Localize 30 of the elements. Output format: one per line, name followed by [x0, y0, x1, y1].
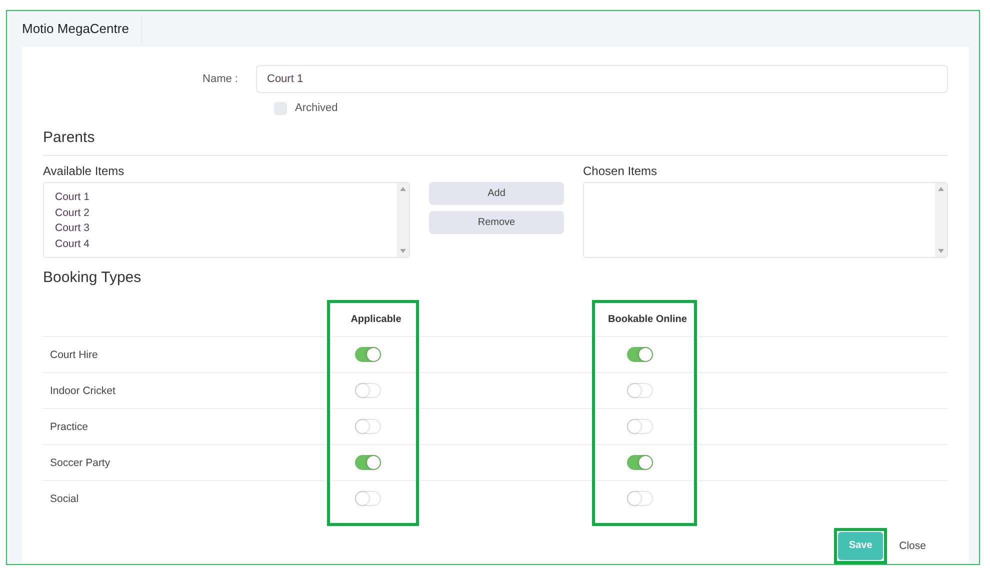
row-label: Practice	[49, 420, 88, 432]
toggle-switch[interactable]	[355, 347, 381, 362]
field-label: Name :	[202, 73, 239, 85]
toggle-switch[interactable]	[626, 455, 652, 470]
list-item[interactable]: Court 4	[55, 236, 397, 252]
row-label: Soccer Party	[49, 456, 110, 468]
tab[interactable]: Motio MegaCentre	[22, 16, 142, 42]
list-box[interactable]: Court 1 Court 2 Court 3 Court 4	[43, 182, 410, 258]
action-button[interactable]: Add	[429, 182, 564, 205]
list-label: Available Items	[43, 164, 126, 180]
list-item[interactable]: Court 3	[55, 221, 397, 236]
row-label: Indoor Cricket	[49, 384, 116, 396]
row-label: Court Hire	[49, 348, 98, 360]
column-header: Applicable	[350, 314, 402, 324]
scrollbar[interactable]	[935, 183, 947, 257]
close-button[interactable]: Close	[895, 536, 930, 556]
toggle-switch[interactable]	[626, 347, 652, 362]
list-item[interactable]: Court 2	[55, 206, 397, 221]
list-item[interactable]: Court 1	[55, 190, 397, 206]
section-heading: Parents	[43, 129, 96, 148]
scrollbar[interactable]	[397, 183, 409, 257]
column-header: Bookable Online	[607, 314, 687, 324]
checkbox-label: Archived	[295, 102, 338, 114]
name-field[interactable]: Court 1	[256, 65, 948, 93]
row-label: Social	[49, 492, 79, 504]
section-heading: Booking Types	[43, 269, 142, 288]
list-box[interactable]	[583, 182, 948, 258]
action-button[interactable]: Remove	[429, 211, 564, 234]
toggle-switch[interactable]	[355, 455, 381, 470]
list-label: Chosen Items	[583, 164, 658, 180]
